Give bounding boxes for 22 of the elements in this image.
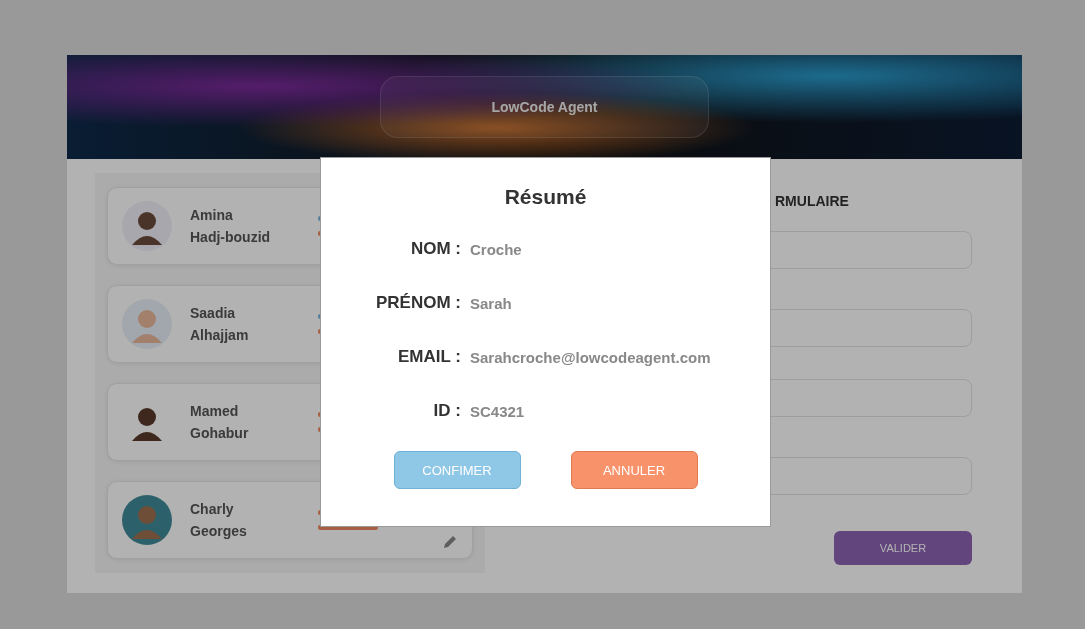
field-value: SC4321 bbox=[470, 402, 525, 420]
avatar-icon bbox=[122, 299, 172, 349]
dialog-title: Résumé bbox=[504, 185, 587, 209]
field-label: PRÉNOM : bbox=[375, 293, 461, 313]
field-value: Sarah bbox=[470, 294, 512, 312]
form-heading: RMULAIRE bbox=[775, 193, 849, 209]
contact-last-name: Hadj-bouzid bbox=[190, 228, 272, 247]
field-value: Croche bbox=[470, 240, 522, 258]
contact-last-name: Georges bbox=[190, 522, 248, 541]
contact-first-name: Charly bbox=[190, 500, 235, 519]
field-label: NOM : bbox=[409, 239, 461, 259]
avatar-icon bbox=[122, 495, 172, 545]
avatar-icon bbox=[122, 201, 172, 251]
validate-button[interactable]: VALIDER bbox=[834, 531, 972, 565]
pencil-icon[interactable] bbox=[442, 534, 458, 550]
contact-last-name: Gohabur bbox=[190, 424, 250, 443]
contact-first-name: Amina bbox=[190, 206, 234, 225]
contact-first-name: Saadia bbox=[190, 304, 237, 323]
field-value: Sarahcroche@lowcodeagent.com bbox=[470, 348, 711, 366]
contact-first-name: Mamed bbox=[190, 402, 240, 421]
contact-last-name: Alhajjam bbox=[190, 326, 250, 345]
field-label: ID : bbox=[432, 401, 461, 421]
